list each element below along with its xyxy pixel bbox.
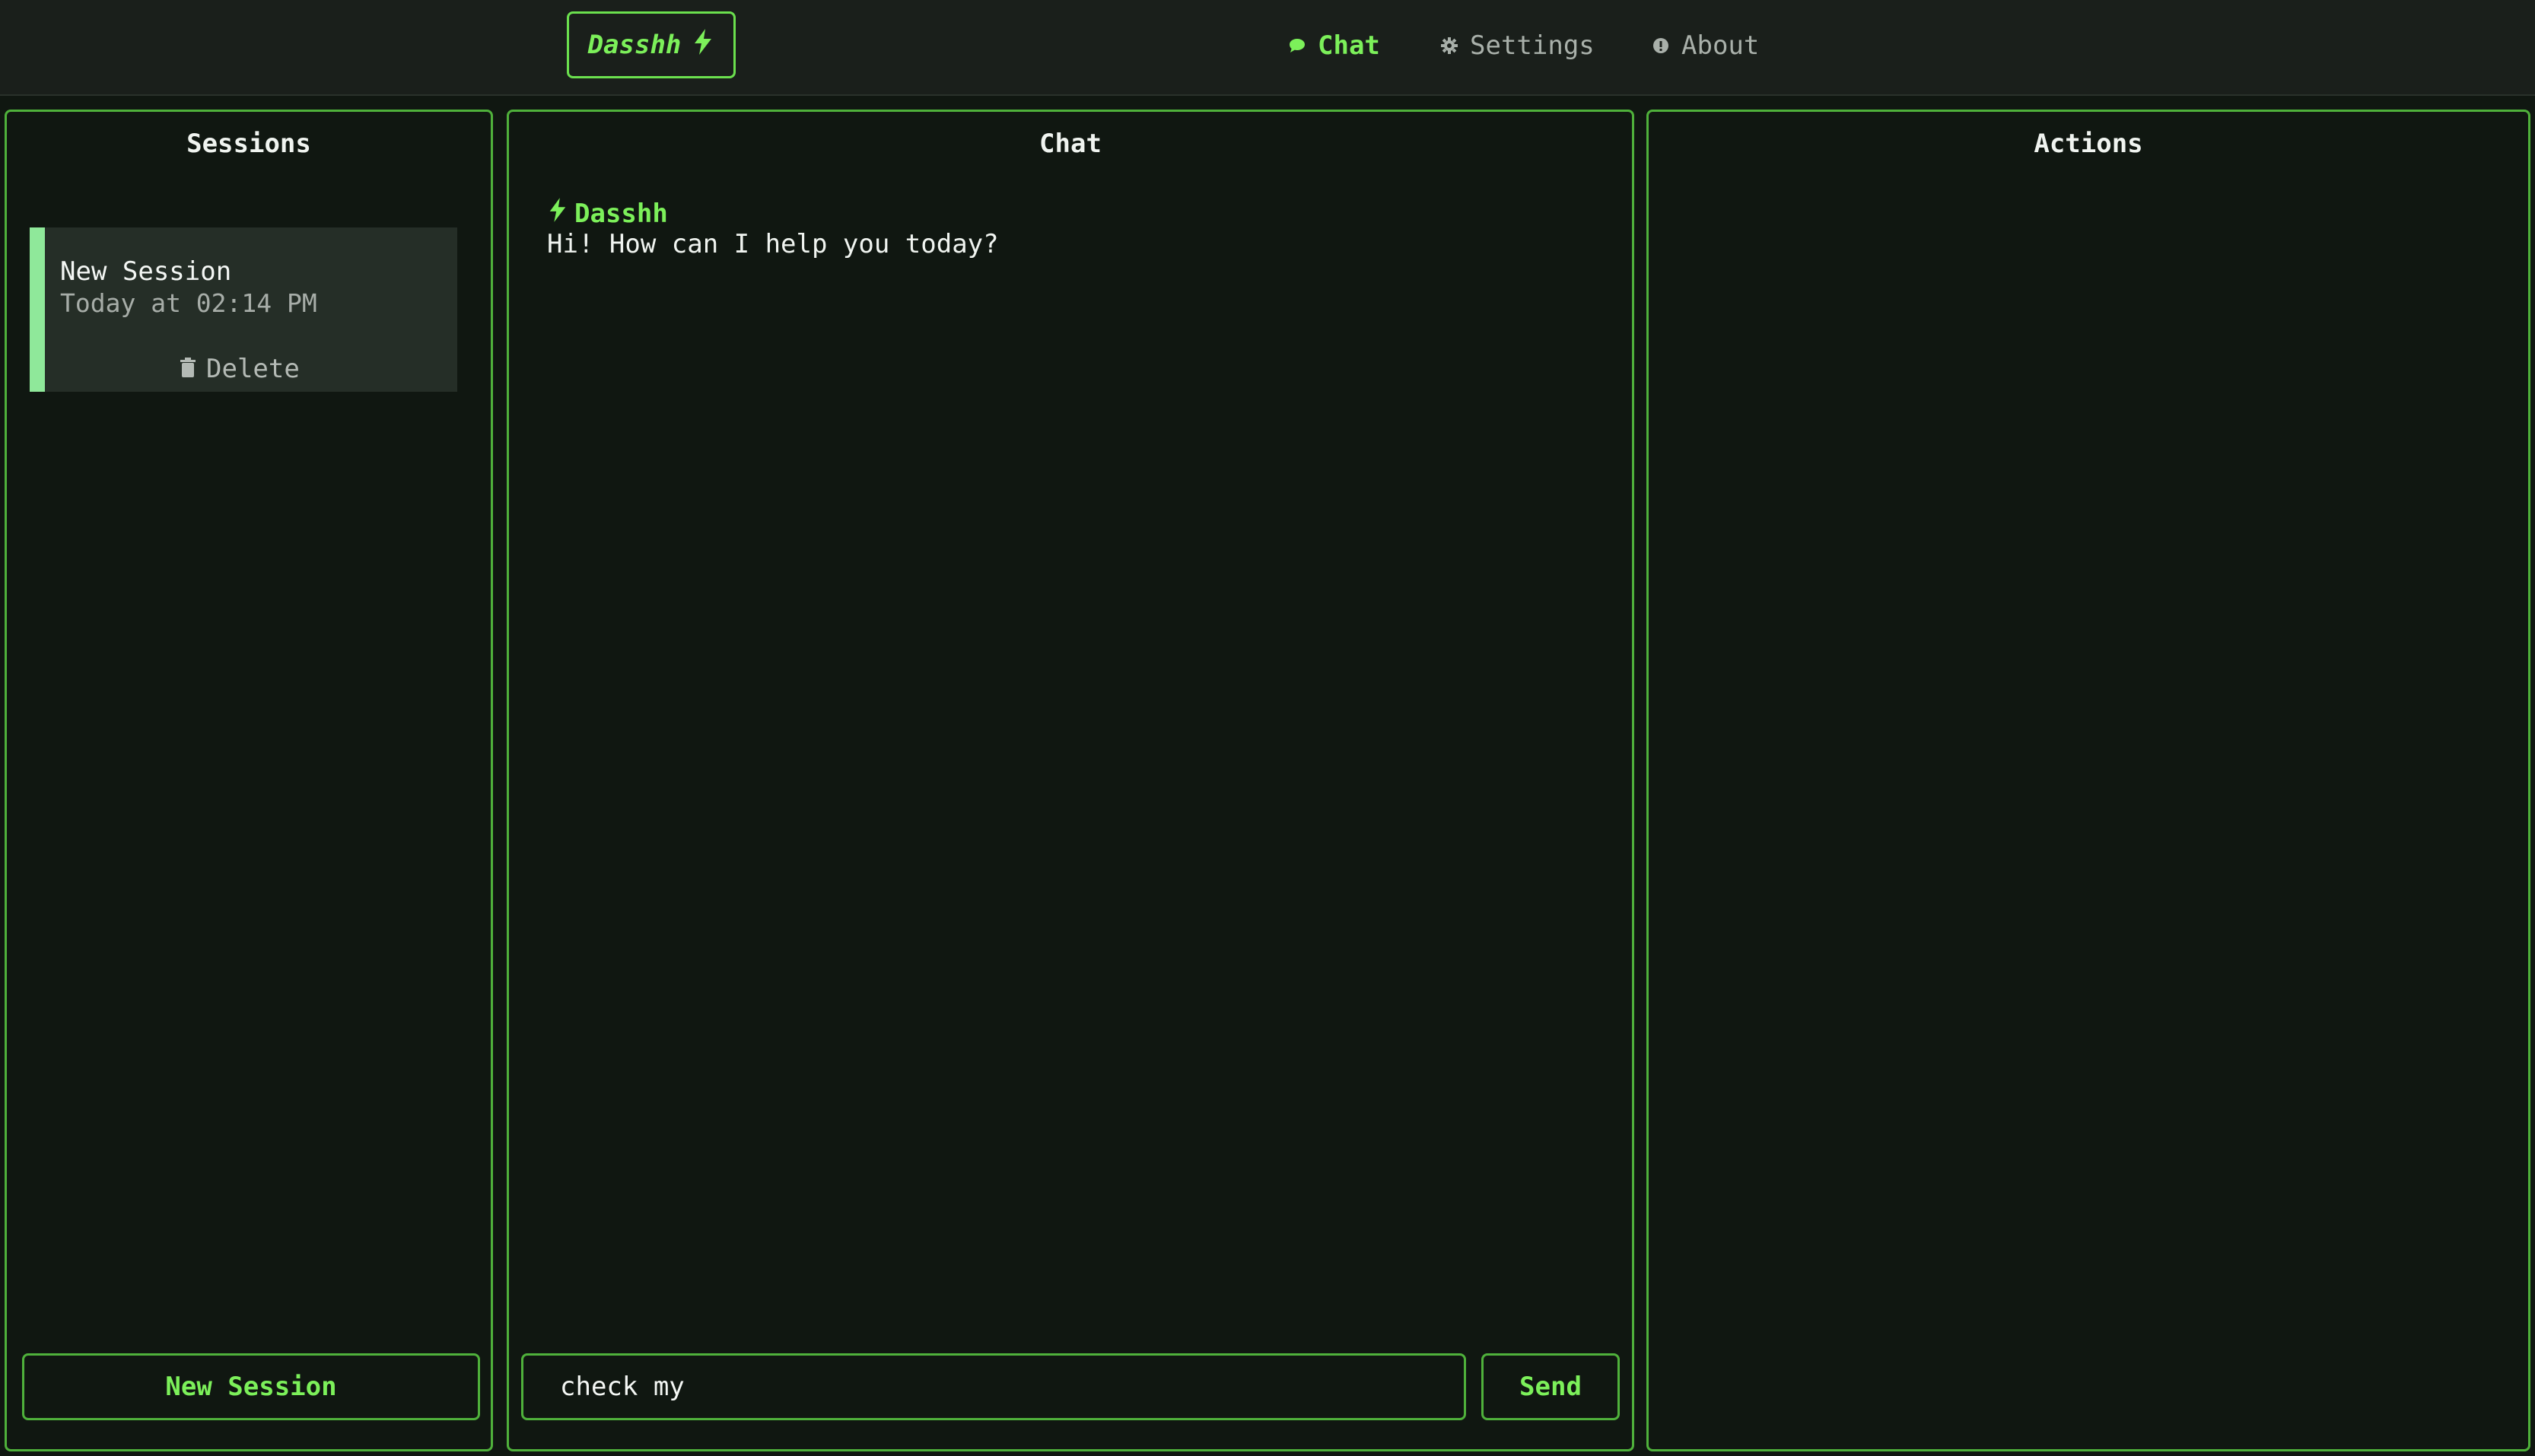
delete-session-button[interactable]: Delete — [180, 354, 300, 384]
session-item[interactable]: New Session Today at 02:14 PM Delete — [30, 227, 457, 392]
lightning-icon — [547, 197, 568, 230]
chat-panel: Chat Dasshh Hi! How can I help you today… — [507, 110, 1634, 1451]
top-bar: Dasshh Chat Settings About — [0, 0, 2535, 96]
nav-chat[interactable]: Chat — [1287, 23, 1380, 68]
nav-settings-label: Settings — [1470, 30, 1595, 61]
info-icon — [1651, 36, 1671, 56]
chat-title: Chat — [1039, 129, 1102, 159]
message-author: Dasshh — [547, 197, 668, 230]
sessions-panel: Sessions New Session Today at 02:14 PM D… — [5, 110, 493, 1451]
chat-input[interactable]: check my — [521, 1353, 1466, 1420]
trash-icon — [180, 354, 196, 384]
new-session-button[interactable]: New Session — [22, 1353, 480, 1420]
author-name: Dasshh — [574, 198, 668, 229]
chat-bubble-icon — [1287, 36, 1307, 56]
lightning-icon — [692, 28, 714, 62]
logo-text: Dasshh — [587, 30, 682, 60]
nav-about-label: About — [1681, 30, 1760, 61]
app-logo[interactable]: Dasshh — [567, 11, 736, 78]
nav-chat-label: Chat — [1318, 30, 1380, 61]
actions-title: Actions — [2034, 129, 2143, 159]
session-active-marker — [30, 227, 45, 392]
actions-panel: Actions — [1646, 110, 2530, 1451]
gear-icon — [1439, 36, 1459, 56]
send-button[interactable]: Send — [1481, 1353, 1620, 1420]
delete-label: Delete — [206, 354, 300, 384]
message-text: Hi! How can I help you today? — [547, 229, 999, 259]
nav-about[interactable]: About — [1651, 23, 1759, 68]
sessions-title: Sessions — [186, 129, 311, 159]
session-time: Today at 02:14 PM — [60, 288, 317, 318]
session-title: New Session — [60, 256, 232, 287]
nav-settings[interactable]: Settings — [1439, 23, 1595, 68]
